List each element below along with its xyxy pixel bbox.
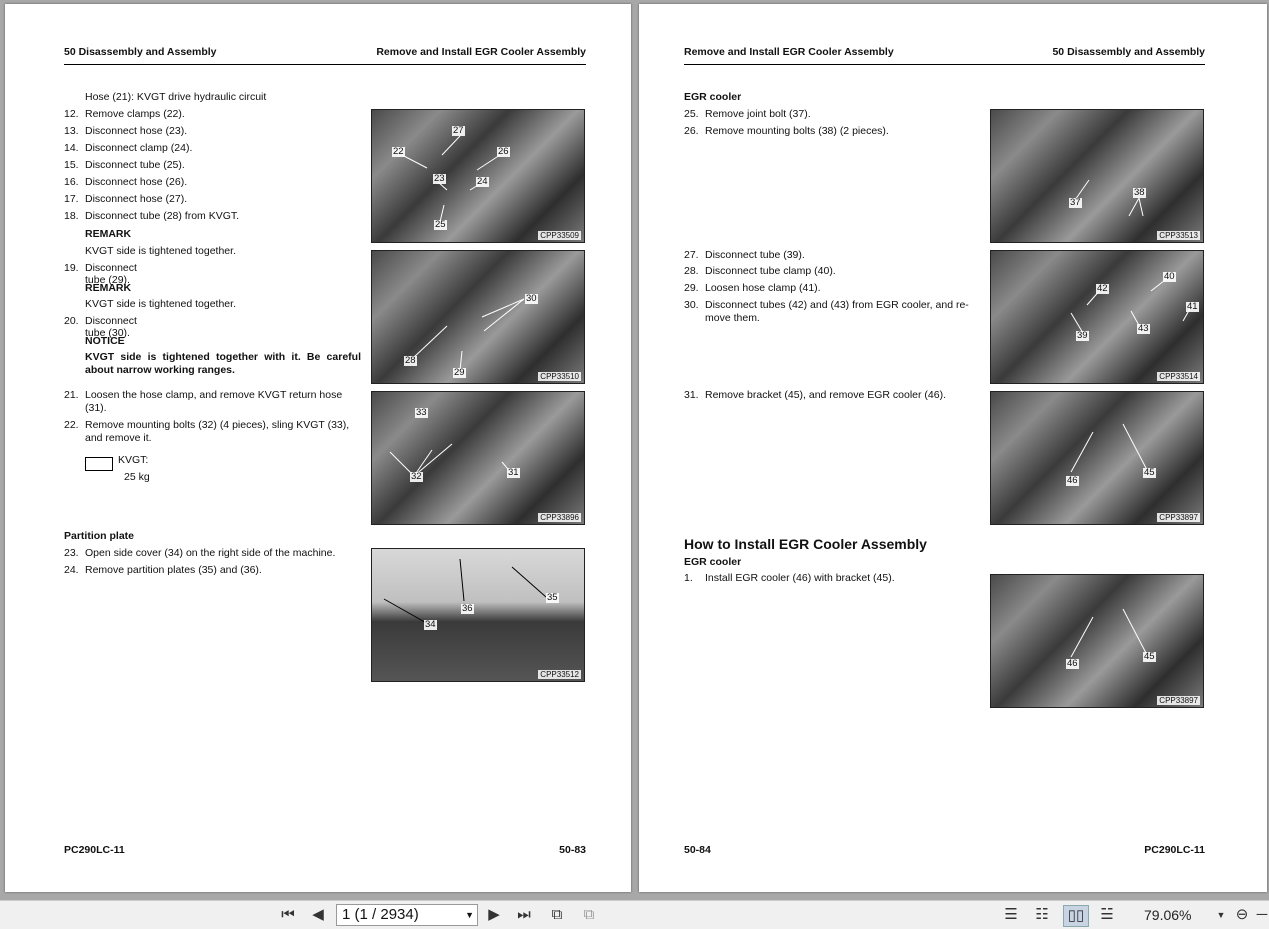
figure-code: CPP33510 xyxy=(538,372,581,381)
chevron-down-icon[interactable]: ▼ xyxy=(460,905,474,925)
section-title: Partition plate xyxy=(64,530,135,542)
figure-photo: 33 32 31 CPP33896 xyxy=(371,391,585,525)
two-page-icon[interactable]: ▯▯ xyxy=(1063,905,1089,927)
viewer-toolbar: ⏮ ◀ 1 (1 / 2934) ▼ ▶ ⏭ ⧉ ⧉ ☰ ☷ ▯▯ ☱ 79.0… xyxy=(0,900,1269,929)
document-viewer: 50 Disassembly and Assembly Remove and I… xyxy=(0,0,1269,900)
weight-value: 25 kg xyxy=(124,471,150,483)
figure-photo: 46 45 CPP33897 xyxy=(990,391,1204,525)
notice-title: NOTICE xyxy=(85,335,125,347)
header-right: Remove and Install EGR Cooler Assembly xyxy=(376,46,586,58)
last-page-icon[interactable]: ⏭ xyxy=(514,905,534,925)
first-page-icon[interactable]: ⏮ xyxy=(278,905,298,925)
figure-code: CPP33513 xyxy=(1157,231,1200,240)
install-heading: How to Install EGR Cooler Assembly xyxy=(684,536,927,552)
figure-photo: 30 28 29 CPP33510 xyxy=(371,250,585,384)
figure-photo: 27 22 26 23 24 25 CPP33509 xyxy=(371,109,585,243)
intro-text: Hose (21): KVGT drive hydraulic circuit xyxy=(85,91,267,103)
page-header: 50 Disassembly and Assembly Remove and I… xyxy=(64,46,586,65)
footer-right: 50-83 xyxy=(559,844,586,856)
rotate-icon[interactable]: ⧉ xyxy=(546,905,568,925)
page-header: Remove and Install EGR Cooler Assembly 5… xyxy=(684,46,1205,65)
figure-photo: 36 35 34 CPP33512 xyxy=(371,548,585,682)
footer-left: PC290LC-11 xyxy=(64,844,125,856)
header-left: 50 Disassembly and Assembly xyxy=(64,46,217,58)
footer-left: 50-84 xyxy=(684,844,711,856)
figure-code: CPP33897 xyxy=(1157,513,1200,522)
remark-text: KVGT side is tightened together. xyxy=(85,298,236,310)
remark-title: REMARK xyxy=(85,282,132,294)
notice-line: KVGT side is tightened together with it.… xyxy=(85,351,361,363)
divider: ─ xyxy=(1256,906,1268,923)
zoom-level[interactable]: 79.06% xyxy=(1144,905,1191,925)
figure-code: CPP33512 xyxy=(538,670,581,679)
single-page-icon[interactable]: ☰ xyxy=(1000,905,1022,925)
fit-icon[interactable]: ⧉ xyxy=(578,905,600,925)
figure-photo: 37 38 CPP33513 xyxy=(990,109,1204,243)
weight-icon xyxy=(85,457,113,471)
chevron-down-icon[interactable]: ▼ xyxy=(1216,905,1226,925)
header-right: 50 Disassembly and Assembly xyxy=(1052,46,1205,58)
next-page-icon[interactable]: ▶ xyxy=(484,905,504,925)
figure-code: CPP33896 xyxy=(538,513,581,522)
remark-title: REMARK xyxy=(85,228,132,240)
figure-code: CPP33509 xyxy=(538,231,581,240)
header-left: Remove and Install EGR Cooler Assembly xyxy=(684,46,894,58)
footer-right: PC290LC-11 xyxy=(1144,844,1205,856)
section-title: EGR cooler xyxy=(684,91,742,103)
notice-line: about narrow working ranges. xyxy=(85,364,235,376)
page-number-field[interactable]: 1 (1 / 2934) ▼ xyxy=(336,904,478,926)
figure-code: CPP33514 xyxy=(1157,372,1200,381)
figure-photo: 40 42 41 39 43 CPP33514 xyxy=(990,250,1204,384)
figure-photo: 46 45 CPP33897 xyxy=(990,574,1204,708)
weight-label: KVGT: xyxy=(118,454,149,466)
section-title: EGR cooler xyxy=(684,556,742,568)
remark-text: KVGT side is tightened together. xyxy=(85,245,236,257)
two-continuous-icon[interactable]: ☱ xyxy=(1096,905,1118,925)
page-left: 50 Disassembly and Assembly Remove and I… xyxy=(5,4,631,892)
figure-code: CPP33897 xyxy=(1157,696,1200,705)
continuous-icon[interactable]: ☷ xyxy=(1031,905,1053,925)
page-right: Remove and Install EGR Cooler Assembly 5… xyxy=(639,4,1267,892)
zoom-out-icon[interactable]: ⊖ xyxy=(1232,905,1252,925)
prev-page-icon[interactable]: ◀ xyxy=(308,905,328,925)
